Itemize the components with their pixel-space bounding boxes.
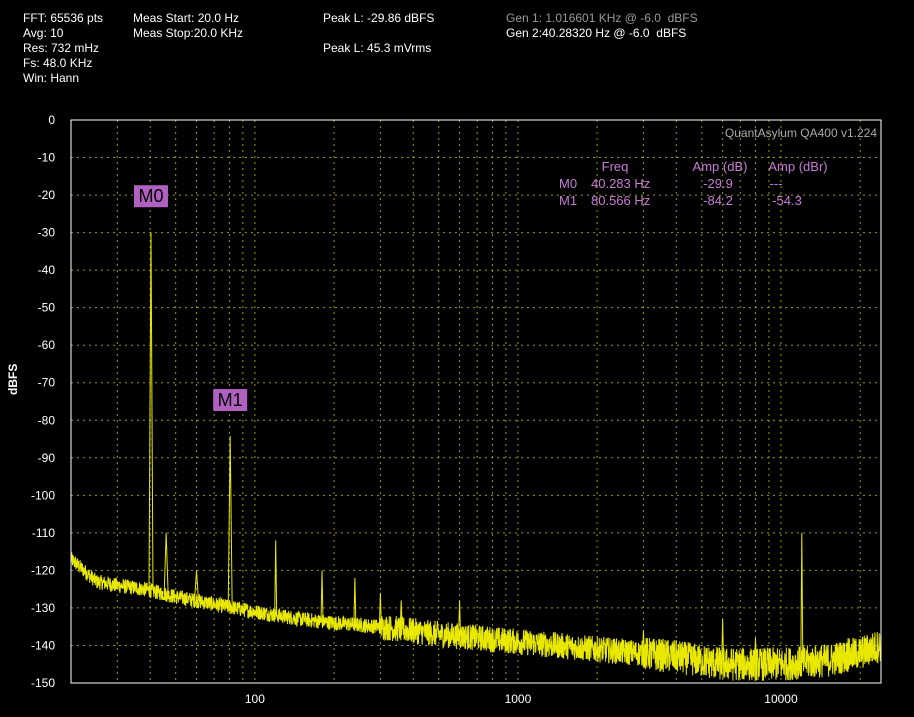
- spectral-peak: [194, 570, 200, 601]
- marker-row-id: M1: [559, 193, 577, 208]
- spectral-peak: [274, 540, 278, 616]
- x-tick-label: 10000: [764, 692, 798, 706]
- marker-row-amp-dbr: ---: [770, 176, 783, 191]
- marker-row-freq: 40.283 Hz: [591, 176, 650, 191]
- y-tick-label: -100: [31, 488, 55, 502]
- y-tick-label: -110: [32, 526, 55, 540]
- marker-m0: M0: [133, 185, 168, 208]
- spectral-peak: [148, 232, 154, 591]
- marker-row-id: M0: [559, 176, 577, 191]
- marker-row-amp-db: -84.2: [703, 193, 733, 208]
- spectrum-chart: 0 -10 -20 -30 -40 -50 -60 -70 -80 -90 -100 -110 -120…: [31, 113, 882, 706]
- spectral-peak: [800, 532, 804, 663]
- y-tick-label: -140: [31, 638, 55, 652]
- y-tick-label: -80: [38, 413, 56, 427]
- y-tick-label: -130: [31, 601, 55, 615]
- y-tick-label: -30: [38, 226, 56, 240]
- marker-table: Freq Amp (dB) Amp (dBr) M0 40.283 Hz -29…: [559, 159, 828, 208]
- marker-row-amp-dbr: -54.3: [772, 193, 802, 208]
- spectral-peak: [353, 577, 357, 625]
- x-tick-labels: 100 1000 10000: [245, 692, 798, 706]
- y-tick-label: -120: [31, 563, 55, 577]
- y-tick-label: 0: [48, 113, 55, 127]
- marker-table-header-freq: Freq: [602, 159, 629, 174]
- x-tick-label: 1000: [505, 692, 532, 706]
- y-tick-label: -90: [38, 451, 56, 465]
- spectral-peak: [163, 532, 169, 595]
- noise-floor-line: [70, 552, 882, 681]
- marker-m1: M1: [213, 389, 248, 412]
- y-tick-label: -70: [38, 376, 56, 390]
- marker-label: M0: [138, 186, 163, 206]
- y-tick-labels: 0 -10 -20 -30 -40 -50 -60 -70 -80 -90 -100 -110 -120…: [31, 113, 55, 690]
- y-tick-label: -150: [31, 676, 55, 690]
- y-tick-label: -40: [38, 263, 56, 277]
- y-tick-label: -60: [38, 338, 56, 352]
- x-tick-label: 100: [245, 692, 265, 706]
- y-tick-label: -50: [38, 301, 56, 315]
- spectral-peak: [320, 570, 324, 622]
- spectral-peak: [227, 436, 233, 608]
- marker-label: M1: [218, 390, 243, 410]
- marker-row-freq: 80.566 Hz: [591, 193, 650, 208]
- watermark: QuantAsylum QA400 v1.224: [725, 126, 877, 140]
- y-tick-label: -10: [38, 151, 56, 165]
- marker-row-amp-db: -29.9: [703, 176, 733, 191]
- marker-table-header-amp-db: Amp (dB): [693, 159, 748, 174]
- y-tick-label: -20: [38, 188, 56, 202]
- marker-table-header-amp-dbr: Amp (dBr): [768, 159, 827, 174]
- spectrum-trace: [70, 232, 882, 681]
